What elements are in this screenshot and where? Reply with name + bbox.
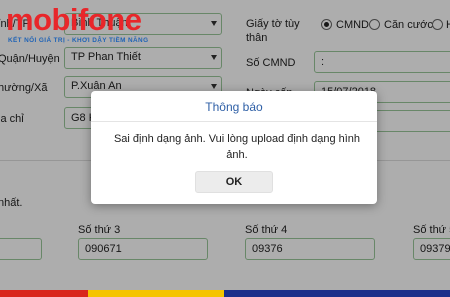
dialog-title: Thông báo <box>205 100 263 114</box>
mobifone-logo: mobifone KẾT NỐI GIÁ TRỊ - KHƠI DẬY TIỀM… <box>0 0 185 48</box>
dialog-message: Sai định dạng ảnh. Vui lòng upload định … <box>113 133 361 161</box>
logo-tagline: KẾT NỐI GIÁ TRỊ - KHƠI DẬY TIỀM NĂNG <box>8 37 149 44</box>
footer-bar-red <box>0 290 88 297</box>
notification-dialog: Thông báo Sai định dạng ảnh. Vui lòng up… <box>91 91 377 204</box>
dialog-divider <box>91 121 377 122</box>
logo-wordmark: mobifone <box>6 2 142 37</box>
ok-button[interactable]: OK <box>195 171 273 193</box>
footer-bar-yellow <box>88 290 224 297</box>
footer-bar-navy <box>224 290 450 297</box>
